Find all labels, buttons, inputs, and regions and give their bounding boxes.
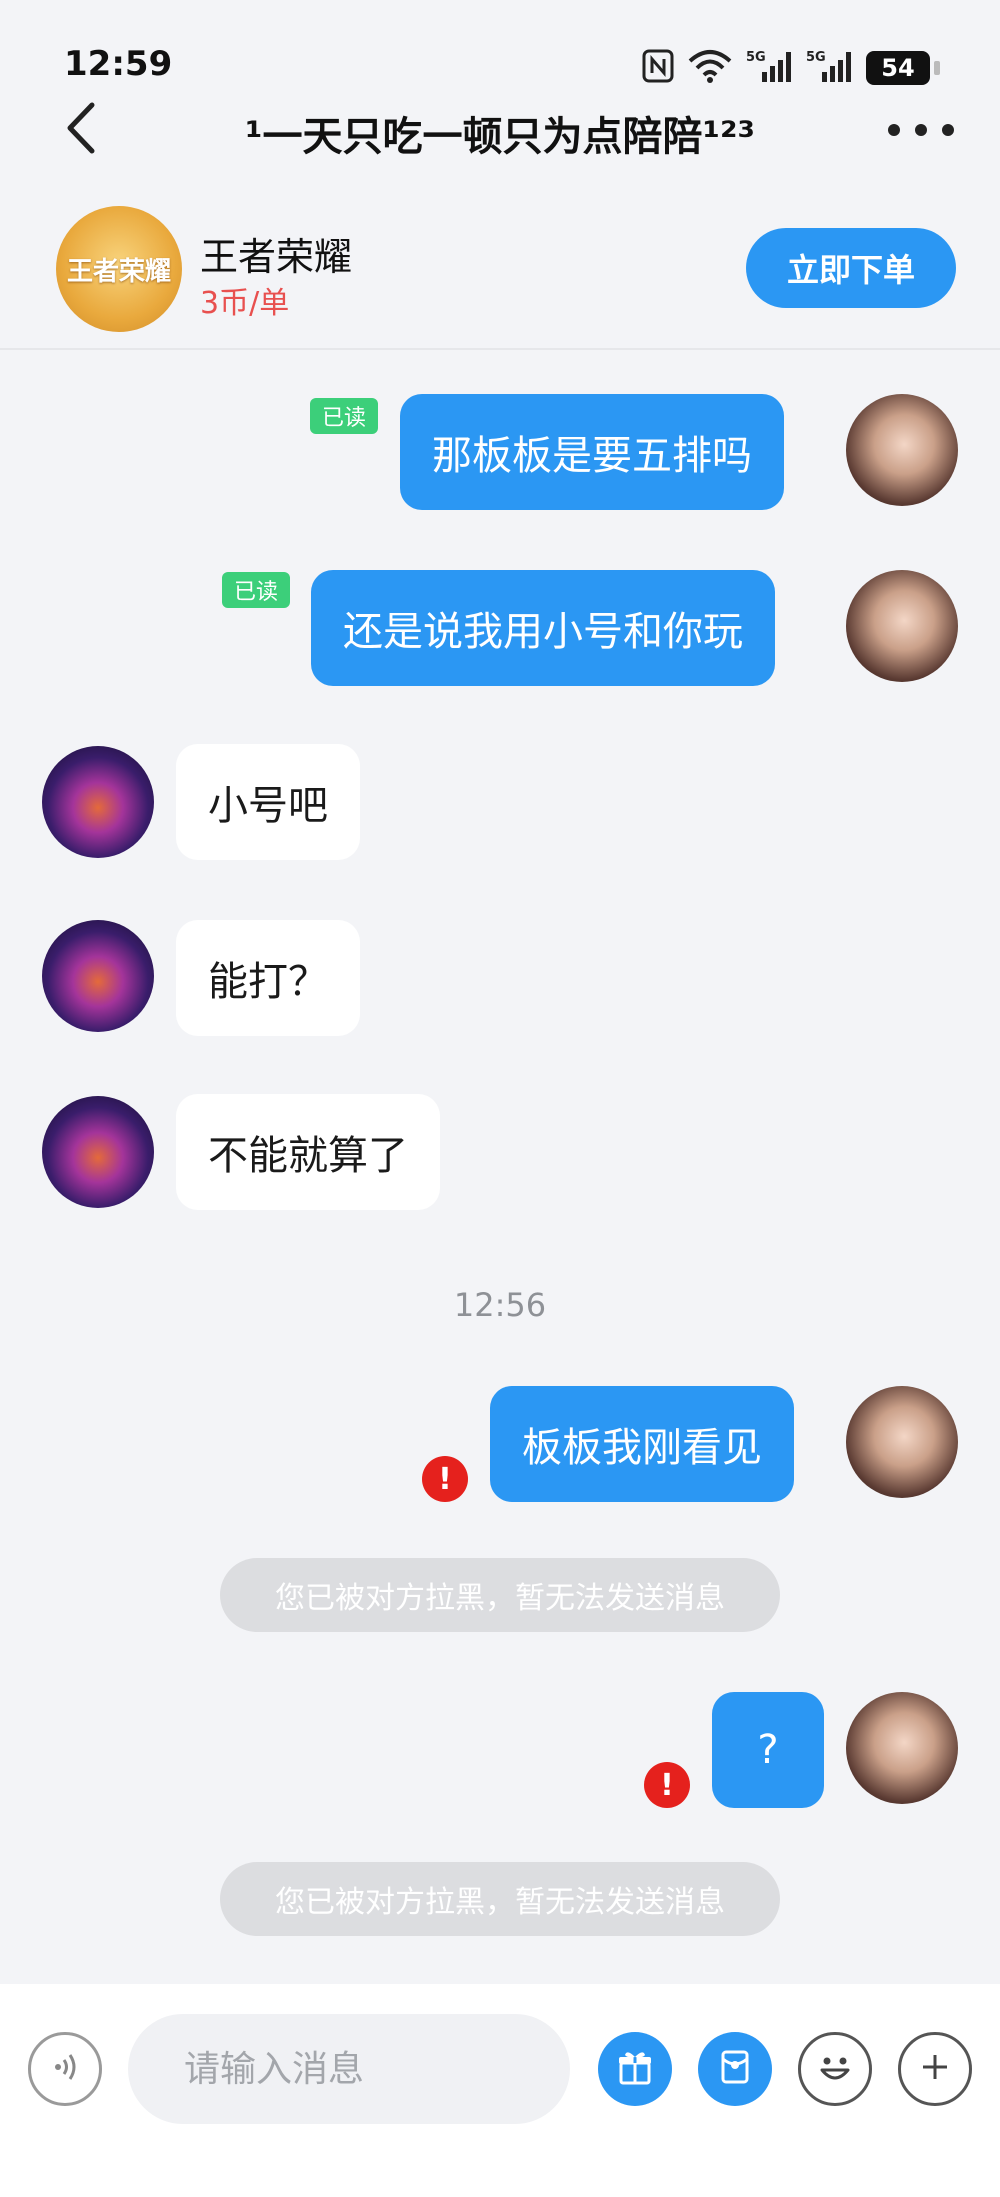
message-bubble-incoming[interactable]: 能打？ <box>176 920 360 1036</box>
status-icons: 5G 5G 54 <box>642 48 940 88</box>
signal-5g-icon-2: 5G <box>806 48 852 88</box>
gift-button[interactable] <box>598 2032 672 2106</box>
message-input[interactable] <box>128 2014 570 2124</box>
svg-text:5G: 5G <box>806 50 826 65</box>
message-bubble-outgoing[interactable]: 板板我刚看见 <box>490 1386 794 1502</box>
more-dot <box>888 124 900 136</box>
more-button[interactable] <box>888 102 954 158</box>
battery-icon: 54 <box>866 51 940 85</box>
svg-text:5G: 5G <box>746 50 766 65</box>
read-status-tag: 已读 <box>310 398 379 434</box>
contact-avatar[interactable] <box>42 920 154 1032</box>
more-dot <box>915 124 927 136</box>
my-avatar[interactable] <box>846 1386 958 1498</box>
status-time: 12:59 <box>64 44 173 84</box>
more-dot <box>942 124 954 136</box>
my-avatar[interactable] <box>846 1692 958 1804</box>
system-notice: 您已被对方拉黑，暂无法发送消息 <box>220 1862 780 1936</box>
game-name: 王者荣耀 <box>200 235 353 279</box>
message-bubble-incoming[interactable]: 小号吧 <box>176 744 360 860</box>
status-bar: 12:59 5G 5G 54 <box>0 0 1000 110</box>
input-bar <box>0 1984 1000 2197</box>
red-packet-icon <box>715 2047 755 2091</box>
my-avatar[interactable] <box>846 394 958 506</box>
voice-icon <box>45 2047 85 2091</box>
contact-avatar[interactable] <box>42 1096 154 1208</box>
nfc-icon <box>642 49 674 87</box>
voice-button[interactable] <box>28 2032 102 2106</box>
signal-5g-icon-1: 5G <box>746 48 792 88</box>
plus-icon <box>915 2047 955 2091</box>
contact-avatar[interactable] <box>42 746 154 858</box>
message-bubble-incoming[interactable]: 不能就算了 <box>176 1094 440 1210</box>
read-status-tag: 已读 <box>222 572 291 608</box>
time-divider: 12:56 <box>453 1286 547 1324</box>
game-logo-text: 王者荣耀 <box>66 256 171 287</box>
game-price: 3币/单 <box>200 286 290 321</box>
my-avatar[interactable] <box>846 570 958 682</box>
red-packet-button[interactable] <box>698 2032 772 2106</box>
message-bubble-outgoing[interactable]: 那板板是要五排吗 <box>400 394 784 510</box>
plus-button[interactable] <box>898 2032 972 2106</box>
message-bubble-outgoing[interactable]: 还是说我用小号和你玩 <box>311 570 775 686</box>
order-now-button[interactable]: 立即下单 <box>746 228 956 308</box>
gift-icon <box>615 2047 655 2091</box>
game-logo[interactable]: 王者荣耀 <box>56 206 182 332</box>
chat-title: ¹一天只吃一顿只为点陪陪¹²³ <box>244 114 756 160</box>
title-bar: ¹一天只吃一顿只为点陪陪¹²³ <box>0 96 1000 166</box>
emoji-button[interactable] <box>798 2032 872 2106</box>
system-notice: 您已被对方拉黑，暂无法发送消息 <box>220 1558 780 1632</box>
message-bubble-outgoing[interactable]: ? <box>712 1692 824 1808</box>
send-failed-icon[interactable]: ! <box>644 1762 690 1808</box>
send-failed-icon[interactable]: ! <box>422 1456 468 1502</box>
wifi-icon <box>688 49 732 87</box>
emoji-icon <box>810 2042 860 2096</box>
game-order-card: 王者荣耀 王者荣耀 3币/单 立即下单 <box>0 190 1000 350</box>
